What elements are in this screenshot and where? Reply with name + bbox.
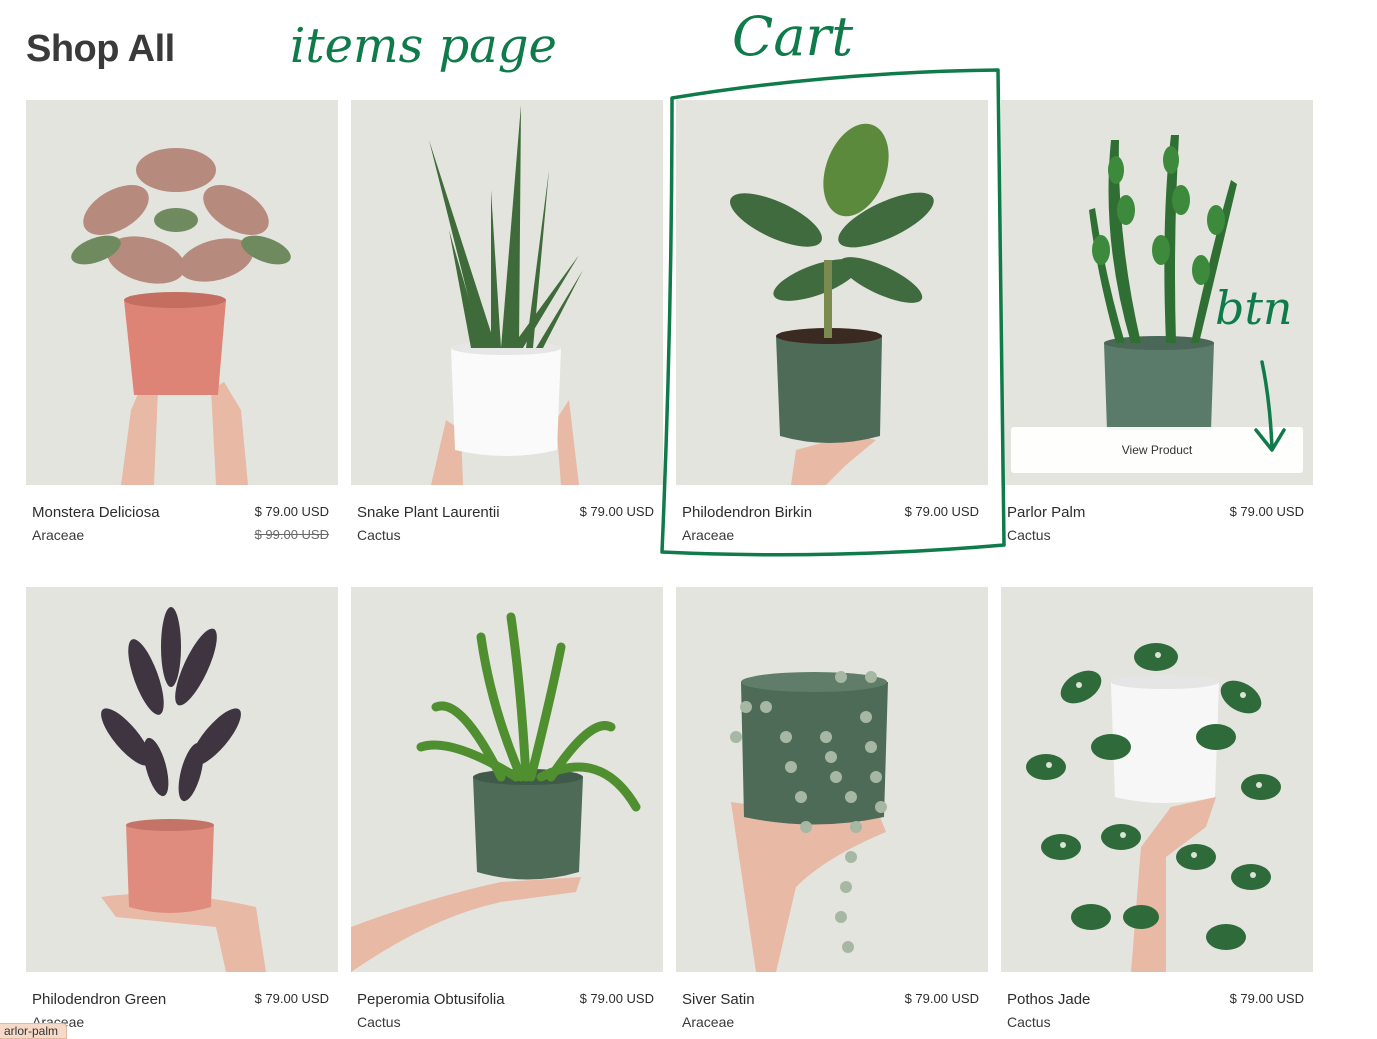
product-image[interactable]	[26, 587, 338, 972]
product-price: $ 79.00 USD	[254, 991, 329, 1006]
product-card[interactable]: Monstera Deliciosa Araceae $ 79.00 USD $…	[26, 100, 338, 545]
page-title: Shop All	[26, 28, 175, 70]
product-price: $ 79.00 USD	[904, 991, 979, 1006]
product-category: Araceae	[682, 527, 735, 543]
product-image[interactable]: View Product	[1001, 100, 1313, 485]
product-card[interactable]: Snake Plant Laurentii Cactus $ 79.00 USD	[351, 100, 663, 545]
product-name[interactable]: Siver Satin	[682, 991, 755, 1008]
product-card[interactable]: Philodendron Birkin Araceae $ 79.00 USD	[676, 100, 988, 545]
annotation-cart: Cart	[732, 5, 853, 68]
product-card[interactable]: Pothos Jade Cactus $ 79.00 USD	[1001, 587, 1313, 1032]
product-category: Cactus	[1007, 527, 1051, 543]
product-image[interactable]	[351, 100, 663, 485]
product-card[interactable]: Siver Satin Araceae $ 79.00 USD	[676, 587, 988, 1032]
product-price: $ 79.00 USD	[579, 504, 654, 519]
view-product-button[interactable]: View Product	[1011, 427, 1303, 473]
product-card[interactable]: View Product Parlor Palm Cactus $ 79.00 …	[1001, 100, 1313, 545]
product-category: Araceae	[682, 1014, 735, 1030]
product-image[interactable]	[26, 100, 338, 485]
product-old-price: $ 99.00 USD	[254, 527, 329, 542]
product-price: $ 79.00 USD	[579, 991, 654, 1006]
product-image[interactable]	[351, 587, 663, 972]
product-category: Cactus	[1007, 1014, 1051, 1030]
annotation-items-page: items page	[290, 18, 557, 74]
product-name[interactable]: Parlor Palm	[1007, 504, 1085, 521]
product-name[interactable]: Philodendron Birkin	[682, 504, 812, 521]
product-category: Cactus	[357, 1014, 401, 1030]
product-card[interactable]: Philodendron Green Araceae $ 79.00 USD	[26, 587, 338, 1032]
product-name[interactable]: Peperomia Obtusifolia	[357, 991, 505, 1008]
product-price: $ 79.00 USD	[1229, 504, 1304, 519]
product-category: Cactus	[357, 527, 401, 543]
product-name[interactable]: Pothos Jade	[1007, 991, 1090, 1008]
product-price: $ 79.00 USD	[254, 504, 329, 519]
product-image[interactable]	[676, 100, 988, 485]
product-image[interactable]	[676, 587, 988, 972]
product-name[interactable]: Snake Plant Laurentii	[357, 504, 500, 521]
product-image[interactable]	[1001, 587, 1313, 972]
product-price: $ 79.00 USD	[904, 504, 979, 519]
product-price: $ 79.00 USD	[1229, 991, 1304, 1006]
product-card[interactable]: Peperomia Obtusifolia Cactus $ 79.00 USD	[351, 587, 663, 1032]
product-name[interactable]: Philodendron Green	[32, 991, 166, 1008]
product-category: Araceae	[32, 527, 85, 543]
product-name[interactable]: Monstera Deliciosa	[32, 504, 160, 521]
